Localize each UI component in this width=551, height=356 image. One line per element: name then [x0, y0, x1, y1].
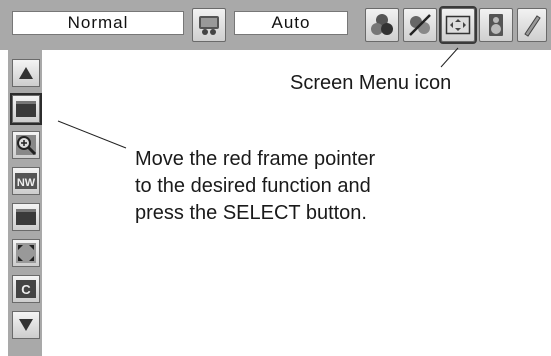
instruction-line-1: Move the red frame pointer [135, 148, 376, 170]
instruction-line-2: to the desired function and [135, 175, 371, 197]
instruction-line-3: press the SELECT button. [135, 202, 367, 224]
screen-menu-icon-callout: Screen Menu icon [290, 72, 452, 94]
